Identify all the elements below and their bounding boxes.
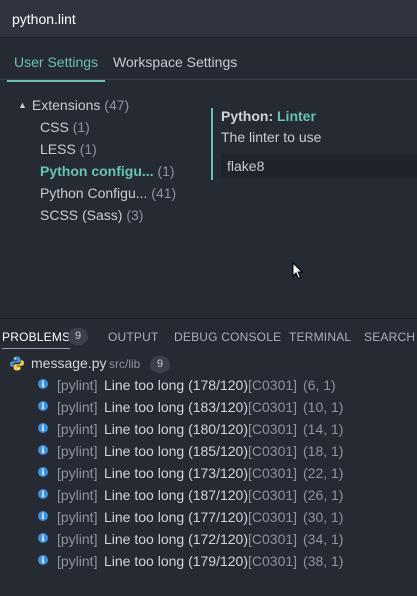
tab-terminal[interactable]: TERMINAL	[289, 330, 351, 344]
info-icon: i	[38, 467, 48, 477]
problem-source: [pylint]	[57, 421, 98, 437]
problems-file-count-badge: 9	[150, 356, 170, 373]
tree-group-count: (47)	[104, 97, 130, 113]
tab-debug-console[interactable]: DEBUG CONSOLE	[174, 330, 281, 344]
problems-file-name: message.py	[31, 355, 107, 371]
problem-position: (34, 1)	[303, 531, 344, 547]
problem-code: [C0301]	[248, 399, 298, 415]
setting-title: Python: Linter	[221, 108, 316, 124]
problem-message: Line too long (180/120)	[104, 421, 248, 437]
problem-code: [C0301]	[248, 377, 298, 393]
problem-message: Line too long (173/120)	[104, 465, 248, 481]
problems-count-badge: 9	[68, 328, 88, 345]
problem-code: [C0301]	[248, 421, 298, 437]
info-icon: i	[38, 511, 48, 521]
problem-source: [pylint]	[57, 377, 98, 393]
problem-message: Line too long (172/120)	[104, 531, 248, 547]
tree-item-count: (1)	[157, 163, 175, 179]
problem-position: (22, 1)	[303, 465, 344, 481]
problem-position: (26, 1)	[303, 487, 344, 503]
info-icon: i	[38, 555, 48, 565]
problem-row[interactable]: i [pylint] Line too long (187/120) [C030…	[0, 485, 417, 507]
tree-group-extensions[interactable]: ▲ Extensions (47)	[18, 97, 129, 113]
problems-file-row[interactable]: message.py src/lib 9	[0, 353, 417, 375]
problem-message: Line too long (187/120)	[104, 487, 248, 503]
problem-row[interactable]: i [pylint] Line too long (180/120) [C030…	[0, 419, 417, 441]
problem-row[interactable]: i [pylint] Line too long (183/120) [C030…	[0, 397, 417, 419]
setting-value-input[interactable]	[221, 154, 417, 178]
problem-row[interactable]: i [pylint] Line too long (173/120) [C030…	[0, 463, 417, 485]
problem-message: Line too long (177/120)	[104, 509, 248, 525]
python-icon	[10, 356, 24, 371]
tab-output[interactable]: OUTPUT	[108, 330, 159, 344]
tree-item-label: Python Configu...	[40, 185, 148, 201]
problem-source: [pylint]	[57, 399, 98, 415]
tab-user-settings[interactable]: User Settings	[6, 54, 106, 82]
problem-source: [pylint]	[57, 487, 98, 503]
problem-position: (6, 1)	[303, 377, 336, 393]
problem-position: (10, 1)	[303, 399, 344, 415]
setting-description: The linter to use	[221, 129, 322, 145]
setting-key: Linter	[277, 108, 316, 124]
problem-message: Line too long (185/120)	[104, 443, 248, 459]
problems-file-path: src/lib	[109, 357, 141, 371]
problem-message: Line too long (183/120)	[104, 399, 248, 415]
problem-source: [pylint]	[57, 465, 98, 481]
tab-search[interactable]: SEARCH	[364, 330, 415, 344]
problem-row[interactable]: i [pylint] Line too long (177/120) [C030…	[0, 507, 417, 529]
triangle-down-icon: ▲	[18, 100, 27, 110]
mouse-pointer-icon	[292, 262, 304, 280]
info-icon: i	[38, 489, 48, 499]
problem-code: [C0301]	[248, 487, 298, 503]
tree-item-python-configuration[interactable]: Python configu... (1)	[40, 163, 175, 179]
problem-source: [pylint]	[57, 509, 98, 525]
setting-category: Python:	[221, 108, 274, 124]
problem-message: Line too long (179/120)	[104, 553, 248, 569]
tree-item-python-configuration-2[interactable]: Python Configu... (41)	[40, 185, 176, 201]
info-icon: i	[38, 379, 48, 389]
tab-problems[interactable]: PROBLEMS	[2, 330, 71, 349]
problem-row[interactable]: i [pylint] Line too long (179/120) [C030…	[0, 551, 417, 573]
problem-row[interactable]: i [pylint] Line too long (185/120) [C030…	[0, 441, 417, 463]
settings-tabs: User Settings Workspace Settings	[0, 46, 417, 82]
setting-python-linter: Python: Linter The linter to use	[211, 108, 417, 180]
settings-search-input[interactable]	[0, 0, 417, 38]
tree-item-label: Python configu...	[40, 163, 154, 179]
tree-item-label: LESS	[40, 141, 76, 157]
problem-code: [C0301]	[248, 465, 298, 481]
problem-message: Line too long (178/120)	[104, 377, 248, 393]
tree-item-count: (1)	[79, 141, 97, 157]
problem-source: [pylint]	[57, 553, 98, 569]
problem-position: (18, 1)	[303, 443, 344, 459]
settings-search	[0, 0, 417, 38]
tree-item-count: (1)	[72, 119, 90, 135]
problem-code: [C0301]	[248, 553, 298, 569]
tree-item-label: CSS	[40, 119, 69, 135]
info-icon: i	[38, 445, 48, 455]
info-icon: i	[38, 533, 48, 543]
tree-item-count: (3)	[126, 207, 144, 223]
problem-position: (38, 1)	[303, 553, 344, 569]
tree-group-label: Extensions	[31, 97, 101, 113]
problem-code: [C0301]	[248, 531, 298, 547]
tree-item-less[interactable]: LESS (1)	[40, 141, 97, 157]
tab-workspace-settings[interactable]: Workspace Settings	[113, 54, 237, 70]
problem-row[interactable]: i [pylint] Line too long (172/120) [C030…	[0, 529, 417, 551]
problem-source: [pylint]	[57, 443, 98, 459]
bottom-panel: PROBLEMS 9 OUTPUT DEBUG CONSOLE TERMINAL…	[0, 318, 417, 596]
tree-item-label: SCSS (Sass)	[40, 207, 123, 223]
tree-item-count: (41)	[151, 185, 177, 201]
tree-item-scss[interactable]: SCSS (Sass) (3)	[40, 207, 143, 223]
problem-source: [pylint]	[57, 531, 98, 547]
tree-item-css[interactable]: CSS (1)	[40, 119, 90, 135]
problem-code: [C0301]	[248, 509, 298, 525]
info-icon: i	[38, 423, 48, 433]
problem-position: (14, 1)	[303, 421, 344, 437]
problem-position: (30, 1)	[303, 509, 344, 525]
info-icon: i	[38, 401, 48, 411]
problem-code: [C0301]	[248, 443, 298, 459]
settings-editor: User Settings Workspace Settings ▲ Extens…	[0, 0, 417, 318]
problem-row[interactable]: i [pylint] Line too long (178/120) [C030…	[0, 375, 417, 397]
